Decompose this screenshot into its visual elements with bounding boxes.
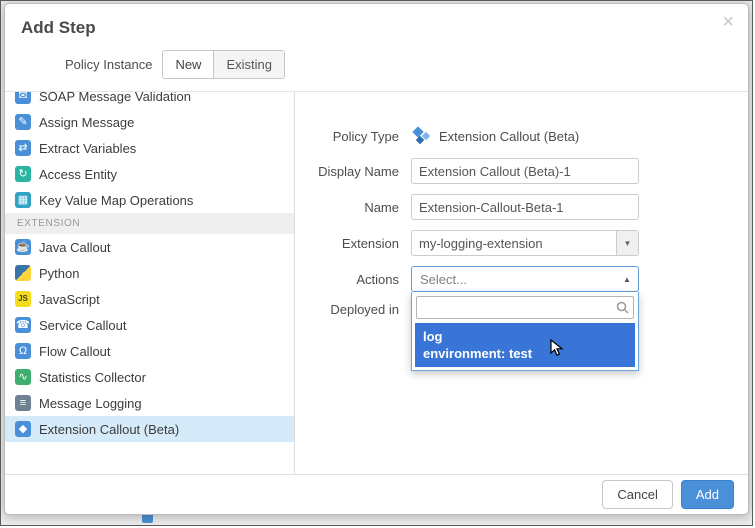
policy-item-soap-message-validation[interactable]: ✉ SOAP Message Validation: [5, 92, 294, 109]
statistics-collector-icon: ∿: [15, 369, 31, 385]
add-step-modal: Add Step × Policy Instance New Existing …: [4, 3, 749, 515]
extension-row: Extension my-logging-extension ▼: [295, 230, 748, 256]
extract-variables-icon: ⇄: [15, 140, 31, 156]
javascript-icon: JS: [15, 291, 31, 307]
policy-item-label: Message Logging: [39, 396, 142, 411]
policy-item-python[interactable]: Python: [5, 260, 294, 286]
policy-item-assign-message[interactable]: ✎ Assign Message: [5, 109, 294, 135]
python-icon: [15, 265, 31, 281]
soap-message-validation-icon: ✉: [15, 92, 31, 104]
flow-callout-icon: Ω: [15, 343, 31, 359]
policy-item-java-callout[interactable]: ☕ Java Callout: [5, 234, 294, 260]
policy-item-statistics-collector[interactable]: ∿ Statistics Collector: [5, 364, 294, 390]
policy-item-key-value-map-operations[interactable]: ▦ Key Value Map Operations: [5, 187, 294, 213]
policy-item-service-callout[interactable]: ☎ Service Callout: [5, 312, 294, 338]
policy-type-value: Extension Callout (Beta): [439, 129, 579, 144]
policy-item-message-logging[interactable]: ≡ Message Logging: [5, 390, 294, 416]
actions-search-input[interactable]: [416, 296, 634, 319]
extension-section-header: EXTENSION: [5, 213, 294, 234]
policy-item-extract-variables[interactable]: ⇄ Extract Variables: [5, 135, 294, 161]
policy-type-label: Policy Type: [295, 129, 399, 144]
key-value-map-icon: ▦: [15, 192, 31, 208]
display-name-label: Display Name: [295, 164, 399, 179]
policy-item-extension-callout-beta[interactable]: ◆ Extension Callout (Beta): [5, 416, 294, 442]
modal-body: ✉ SOAP Message Validation ✎ Assign Messa…: [5, 91, 748, 474]
screen: Add Step × Policy Instance New Existing …: [0, 0, 753, 526]
actions-select[interactable]: Select... ▲: [411, 266, 639, 292]
add-button[interactable]: Add: [681, 480, 734, 509]
policy-instance-toggle: New Existing: [162, 50, 285, 79]
policy-item-label: JavaScript: [39, 292, 100, 307]
search-icon: [616, 301, 629, 319]
mouse-cursor: [550, 339, 564, 362]
modal-title: Add Step: [21, 18, 732, 38]
deployed-in-label: Deployed in: [295, 302, 399, 317]
display-name-row: Display Name: [295, 158, 748, 184]
policy-item-access-entity[interactable]: ↻ Access Entity: [5, 161, 294, 187]
close-icon[interactable]: ×: [722, 12, 734, 32]
service-callout-icon: ☎: [15, 317, 31, 333]
policy-item-label: Python: [39, 266, 79, 281]
actions-option-log[interactable]: log environment: test: [415, 323, 635, 367]
form-panel: Policy Type Extension Callout (Beta) Dis…: [295, 92, 748, 474]
policy-list: ✉ SOAP Message Validation ✎ Assign Messa…: [5, 92, 295, 474]
actions-dropdown: log environment: test: [411, 292, 639, 371]
policy-item-label: Statistics Collector: [39, 370, 146, 385]
modal-footer: Cancel Add: [5, 474, 748, 514]
extension-select[interactable]: my-logging-extension ▼: [411, 230, 639, 256]
actions-label: Actions: [295, 272, 399, 287]
policy-item-label: Extract Variables: [39, 141, 136, 156]
actions-select-value: Select...: [412, 272, 616, 287]
actions-row: Actions Select... ▲: [295, 266, 748, 292]
extension-label: Extension: [295, 236, 399, 251]
access-entity-icon: ↻: [15, 166, 31, 182]
chevron-down-icon[interactable]: ▼: [616, 231, 638, 255]
policy-item-label: Extension Callout (Beta): [39, 422, 179, 437]
display-name-input[interactable]: [411, 158, 639, 184]
name-input[interactable]: [411, 194, 639, 220]
extension-callout-beta-icon: [411, 126, 431, 146]
tab-new[interactable]: New: [163, 51, 213, 78]
policy-item-label: Service Callout: [39, 318, 126, 333]
extension-select-value: my-logging-extension: [412, 231, 616, 255]
policy-instance-label: Policy Instance: [65, 57, 152, 72]
policy-item-label: SOAP Message Validation: [39, 92, 191, 104]
actions-option-subtitle: environment: test: [423, 345, 627, 362]
policy-item-label: Assign Message: [39, 115, 134, 130]
java-callout-icon: ☕: [15, 239, 31, 255]
chevron-up-icon: ▲: [616, 275, 638, 284]
actions-search-wrap: [416, 296, 634, 319]
policy-item-flow-callout[interactable]: Ω Flow Callout: [5, 338, 294, 364]
policy-item-label: Flow Callout: [39, 344, 111, 359]
modal-header: Add Step ×: [5, 4, 748, 48]
tab-existing[interactable]: Existing: [213, 51, 284, 78]
name-row: Name: [295, 194, 748, 220]
extension-callout-icon: ◆: [15, 421, 31, 437]
assign-message-icon: ✎: [15, 114, 31, 130]
message-logging-icon: ≡: [15, 395, 31, 411]
name-label: Name: [295, 200, 399, 215]
policy-item-label: Access Entity: [39, 167, 117, 182]
actions-option-title: log: [423, 328, 627, 345]
policy-item-javascript[interactable]: JS JavaScript: [5, 286, 294, 312]
cancel-button[interactable]: Cancel: [602, 480, 672, 509]
policy-item-label: Java Callout: [39, 240, 111, 255]
policy-type-row: Policy Type Extension Callout (Beta): [295, 126, 748, 146]
policy-item-label: Key Value Map Operations: [39, 193, 193, 208]
policy-instance-row: Policy Instance New Existing: [5, 48, 748, 91]
